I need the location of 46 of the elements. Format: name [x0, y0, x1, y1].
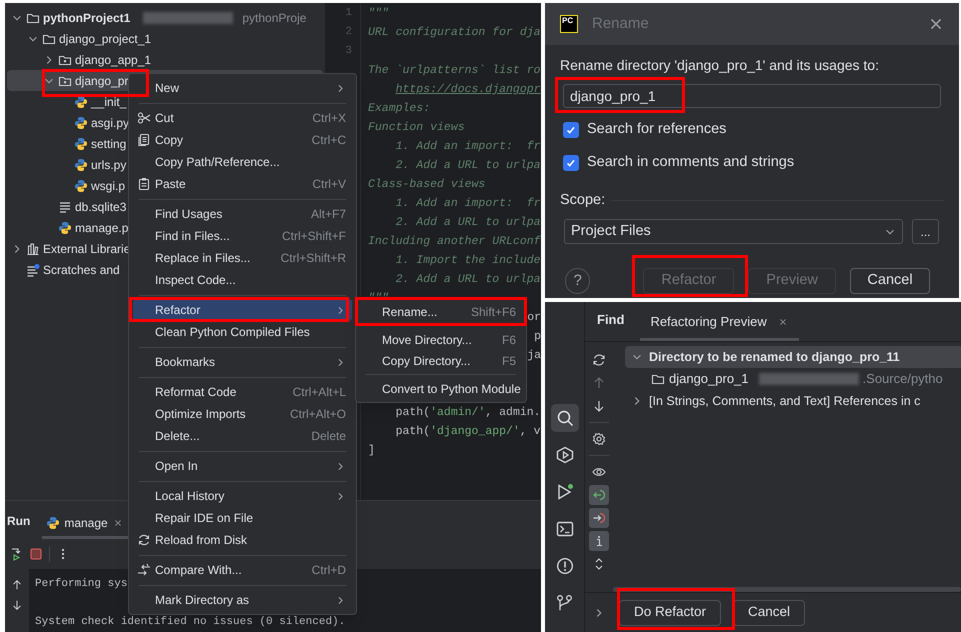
app-logo: PC	[560, 15, 578, 33]
dialog-title: Rename	[592, 14, 650, 34]
shortcut-label: Ctrl+Shift+R	[280, 250, 346, 267]
code-line: """	[368, 6, 389, 22]
checkbox-label: Search for references	[587, 120, 726, 139]
checkbox-label: Search in comments and strings	[587, 152, 794, 172]
code-line: Including another URLconf	[368, 234, 541, 250]
code-line: 2. Add a URL to urlpa	[394, 272, 541, 288]
code-line: Function views	[368, 120, 465, 136]
code-line: URL configuration for dja	[368, 25, 541, 41]
code-line: 1. Add an import: fr	[394, 196, 541, 212]
code-fragment: ja	[527, 348, 541, 364]
shortcut-label: Ctrl+Alt+L	[292, 384, 346, 401]
code-line: Class-based views	[368, 177, 486, 193]
code-line: path('admin/', admin.	[394, 405, 541, 421]
shortcut-label: Ctrl+C	[312, 132, 346, 149]
shortcut-label: Ctrl+X	[312, 110, 346, 127]
code-line: """	[368, 291, 389, 307]
code-line: 2. Add a URL to urlpa	[394, 215, 541, 231]
code-fragment: p	[534, 329, 541, 345]
shortcut-label: Alt+F7	[310, 206, 346, 223]
shortcut-label: F6	[502, 332, 516, 348]
shortcut-label: Ctrl+Alt+O	[290, 406, 346, 423]
shortcut-label: Ctrl+Shift+F	[282, 228, 346, 245]
code-line: ]	[368, 443, 375, 459]
code-line: Examples:	[368, 101, 430, 117]
code-line: 1. Add an import: fr	[394, 139, 541, 155]
shortcut-label: Ctrl+V	[312, 176, 346, 193]
console-line: Performing sys	[35, 578, 128, 590]
shortcut-label: Delete	[311, 428, 346, 445]
path-hint: pythonProje	[242, 10, 306, 26]
code-fragment: or	[527, 310, 541, 326]
code-line: https://docs.djangopr	[396, 82, 541, 98]
code-line: The `urlpatterns` list ro	[368, 63, 541, 79]
code-line: path('django_app/', v	[394, 424, 541, 440]
path-hint: .Source/pytho	[862, 370, 943, 388]
code-line: 1. Import the include	[394, 253, 541, 269]
shortcut-label: Shift+F6	[470, 304, 516, 320]
code-line: 2. Add a URL to urlpa	[394, 158, 541, 174]
shortcut-label: Ctrl+D	[312, 562, 346, 579]
prompt-text: Rename directory 'django_pro_1' and its usages to:	[560, 56, 880, 75]
panel-title: Run	[7, 513, 30, 530]
shortcut-label: F5	[502, 352, 516, 370]
panel-title: Find	[597, 310, 624, 328]
scope-label: Scope:	[560, 190, 606, 210]
console-line: System check identified no issues (0 silenced).	[35, 616, 346, 628]
